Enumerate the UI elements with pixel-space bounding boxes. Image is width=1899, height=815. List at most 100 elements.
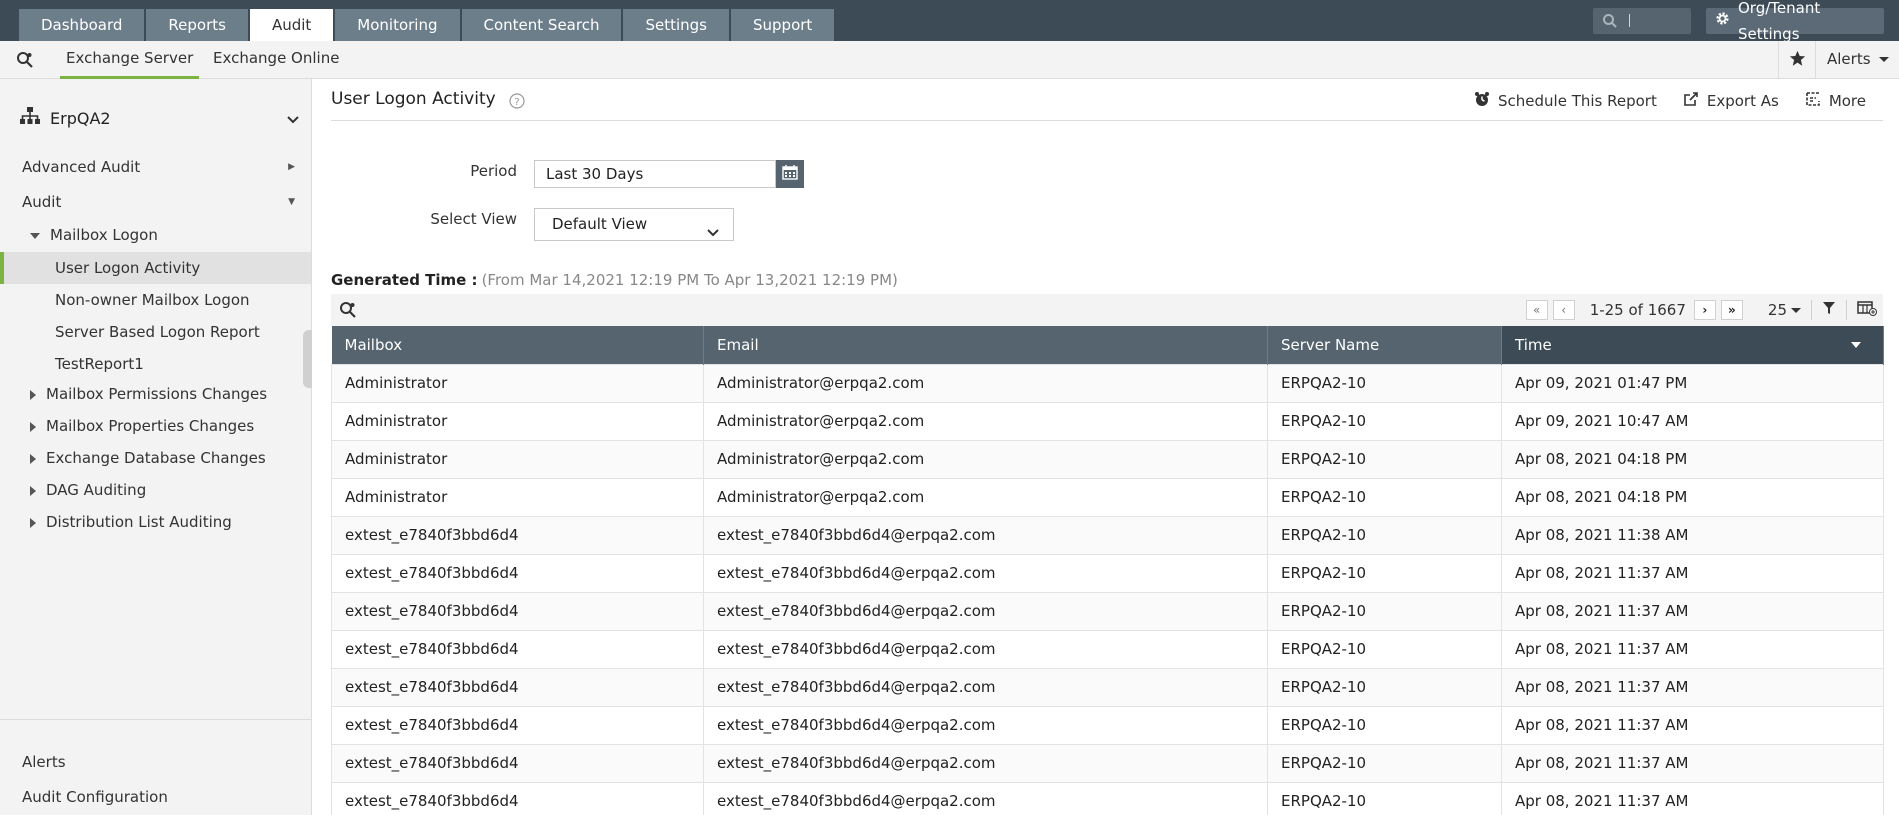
sidebar-item-mailbox-logon[interactable]: Mailbox Logon bbox=[0, 220, 311, 250]
sidebar-item-server-based-logon-report[interactable]: Server Based Logon Report bbox=[0, 317, 311, 347]
text-cursor bbox=[1629, 14, 1630, 27]
sidebar-item-exchange-database-changes[interactable]: Exchange Database Changes bbox=[0, 443, 311, 473]
more-button[interactable]: More bbox=[1805, 91, 1866, 111]
tab-content-search[interactable]: Content Search bbox=[461, 9, 622, 41]
grid-search-icon[interactable] bbox=[339, 301, 357, 323]
table-row[interactable]: Administrator Administrator@erpqa2.com ERP… bbox=[331, 477, 1884, 517]
first-page-button[interactable]: « bbox=[1525, 300, 1548, 320]
column-header-mailbox[interactable]: Mailbox bbox=[331, 326, 704, 364]
table-row[interactable]: Administrator Administrator@erpqa2.com ERP… bbox=[331, 439, 1884, 479]
search-settings-icon[interactable] bbox=[16, 51, 34, 73]
caret-down-icon: ▼ bbox=[288, 197, 295, 207]
mailbox-cell: extest_e7840f3bbd6d4 bbox=[331, 667, 704, 707]
more-icon bbox=[1805, 91, 1821, 111]
tab-exchange-server[interactable]: Exchange Server bbox=[60, 41, 200, 79]
sidebar-item-audit[interactable]: Audit ▼ bbox=[0, 187, 311, 217]
sidebar-item-testreport1[interactable]: TestReport1 bbox=[0, 349, 311, 379]
time-cell: Apr 08, 2021 11:37 AM bbox=[1501, 743, 1884, 783]
next-page-button[interactable]: › bbox=[1693, 300, 1716, 320]
tab-settings[interactable]: Settings bbox=[623, 9, 729, 41]
alerts-menu-button[interactable]: Alerts bbox=[1827, 41, 1890, 79]
sidebar-item-user-logon-activity[interactable]: User Logon Activity bbox=[0, 252, 311, 284]
tab-monitoring[interactable]: Monitoring bbox=[335, 9, 460, 41]
tab-reports[interactable]: Reports bbox=[146, 9, 248, 41]
search-icon bbox=[1602, 13, 1618, 33]
pager-divider bbox=[1811, 300, 1812, 320]
sidebar-collapse-handle[interactable] bbox=[303, 330, 312, 388]
page-title: User Logon Activity bbox=[331, 89, 496, 109]
tab-dashboard[interactable]: Dashboard bbox=[19, 9, 145, 41]
mailbox-cell: Administrator bbox=[331, 401, 704, 441]
table-row[interactable]: extest_e7840f3bbd6d4 extest_e7840f3bbd6d4… bbox=[331, 705, 1884, 745]
email-cell: extest_e7840f3bbd6d4@erpqa2.com bbox=[703, 553, 1268, 593]
period-field[interactable]: Last 30 Days bbox=[534, 160, 776, 188]
table-row[interactable]: extest_e7840f3bbd6d4 extest_e7840f3bbd6d4… bbox=[331, 591, 1884, 631]
sidebar-item-mailbox-properties-changes[interactable]: Mailbox Properties Changes bbox=[0, 411, 311, 441]
time-cell: Apr 08, 2021 11:37 AM bbox=[1501, 553, 1884, 593]
column-header-server-name[interactable]: Server Name bbox=[1267, 326, 1502, 364]
chevron-down-icon bbox=[1879, 57, 1890, 62]
table-row[interactable]: extest_e7840f3bbd6d4 extest_e7840f3bbd6d4… bbox=[331, 515, 1884, 555]
time-cell: Apr 08, 2021 11:37 AM bbox=[1501, 667, 1884, 707]
table-row[interactable]: extest_e7840f3bbd6d4 extest_e7840f3bbd6d4… bbox=[331, 781, 1884, 815]
chevron-down-icon bbox=[706, 218, 720, 249]
table-row[interactable]: extest_e7840f3bbd6d4 extest_e7840f3bbd6d4… bbox=[331, 667, 1884, 707]
view-select[interactable]: Default View bbox=[534, 208, 734, 241]
column-header-time[interactable]: Time bbox=[1501, 326, 1884, 364]
sidebar-item-label: DAG Auditing bbox=[46, 481, 147, 499]
caret-right-icon bbox=[30, 421, 36, 432]
view-select-value: Default View bbox=[552, 215, 648, 233]
generated-time-range: (From Mar 14,2021 12:19 PM To Apr 13,202… bbox=[481, 271, 898, 289]
export-as-button[interactable]: Export As bbox=[1683, 91, 1779, 111]
schedule-report-button[interactable]: Schedule This Report bbox=[1474, 91, 1657, 111]
email-cell: extest_e7840f3bbd6d4@erpqa2.com bbox=[703, 705, 1268, 745]
sub-nav-bar: Exchange Server Exchange Online Alerts bbox=[0, 41, 1899, 79]
table-row[interactable]: extest_e7840f3bbd6d4 extest_e7840f3bbd6d4… bbox=[331, 629, 1884, 669]
table-row[interactable]: Administrator Administrator@erpqa2.com ERP… bbox=[331, 363, 1884, 403]
time-cell: Apr 08, 2021 11:37 AM bbox=[1501, 591, 1884, 631]
sort-desc-icon bbox=[1851, 342, 1861, 348]
sidebar-item-non-owner-mailbox-logon[interactable]: Non-owner Mailbox Logon bbox=[0, 285, 311, 315]
time-cell: Apr 08, 2021 04:18 PM bbox=[1501, 477, 1884, 517]
caret-right-icon bbox=[30, 517, 36, 528]
sidebar-item-label: Mailbox Permissions Changes bbox=[46, 385, 268, 403]
alarm-clock-icon bbox=[1474, 91, 1490, 111]
report-table: Mailbox Email Server Name Time Administr… bbox=[331, 326, 1884, 815]
server-name-cell: ERPQA2-10 bbox=[1267, 401, 1502, 441]
sidebar-item-label: Non-owner Mailbox Logon bbox=[55, 291, 250, 309]
sidebar-item-label: Alerts bbox=[22, 753, 66, 771]
column-chooser-icon[interactable] bbox=[1857, 300, 1877, 320]
prev-page-button[interactable]: ‹ bbox=[1552, 300, 1575, 320]
tab-support[interactable]: Support bbox=[731, 9, 835, 41]
favorite-button[interactable] bbox=[1778, 41, 1816, 79]
star-icon bbox=[1789, 50, 1806, 71]
last-page-button[interactable]: » bbox=[1720, 300, 1743, 320]
global-search-input[interactable] bbox=[1593, 8, 1691, 34]
column-header-email[interactable]: Email bbox=[703, 326, 1268, 364]
sidebar-item-label: Audit bbox=[22, 193, 62, 211]
page-size-select[interactable]: 25 bbox=[1768, 301, 1801, 319]
tab-exchange-online[interactable]: Exchange Online bbox=[213, 41, 339, 79]
sidebar-item-audit-configuration[interactable]: Audit Configuration bbox=[0, 782, 311, 812]
calendar-button[interactable] bbox=[776, 160, 804, 188]
sidebar: ErpQA2 Advanced Audit ▶ Audit ▼ Mailbox … bbox=[0, 79, 312, 815]
sidebar-item-alerts[interactable]: Alerts bbox=[0, 747, 311, 777]
table-row[interactable]: Administrator Administrator@erpqa2.com ERP… bbox=[331, 401, 1884, 441]
sidebar-item-label: Advanced Audit bbox=[22, 158, 141, 176]
help-icon[interactable]: ? bbox=[509, 93, 525, 113]
filter-icon[interactable] bbox=[1822, 301, 1836, 319]
server-name-cell: ERPQA2-10 bbox=[1267, 743, 1502, 783]
org-tenant-settings-button[interactable]: Org/Tenant Settings bbox=[1706, 0, 1884, 43]
tab-audit[interactable]: Audit bbox=[249, 9, 334, 41]
sidebar-item-distribution-list-auditing[interactable]: Distribution List Auditing bbox=[0, 507, 311, 537]
main-content: User Logon Activity ? Schedule This Repo… bbox=[312, 79, 1899, 815]
sidebar-item-label: User Logon Activity bbox=[55, 259, 201, 277]
sidebar-item-advanced-audit[interactable]: Advanced Audit ▶ bbox=[0, 152, 311, 182]
table-row[interactable]: extest_e7840f3bbd6d4 extest_e7840f3bbd6d4… bbox=[331, 553, 1884, 593]
tenant-selector[interactable]: ErpQA2 bbox=[20, 107, 300, 129]
time-cell: Apr 08, 2021 11:37 AM bbox=[1501, 781, 1884, 815]
sidebar-item-dag-auditing[interactable]: DAG Auditing bbox=[0, 475, 311, 505]
table-row[interactable]: extest_e7840f3bbd6d4 extest_e7840f3bbd6d4… bbox=[331, 743, 1884, 783]
pager-info: 1-25 of 1667 bbox=[1589, 301, 1686, 319]
sidebar-item-mailbox-permissions-changes[interactable]: Mailbox Permissions Changes bbox=[0, 379, 311, 409]
